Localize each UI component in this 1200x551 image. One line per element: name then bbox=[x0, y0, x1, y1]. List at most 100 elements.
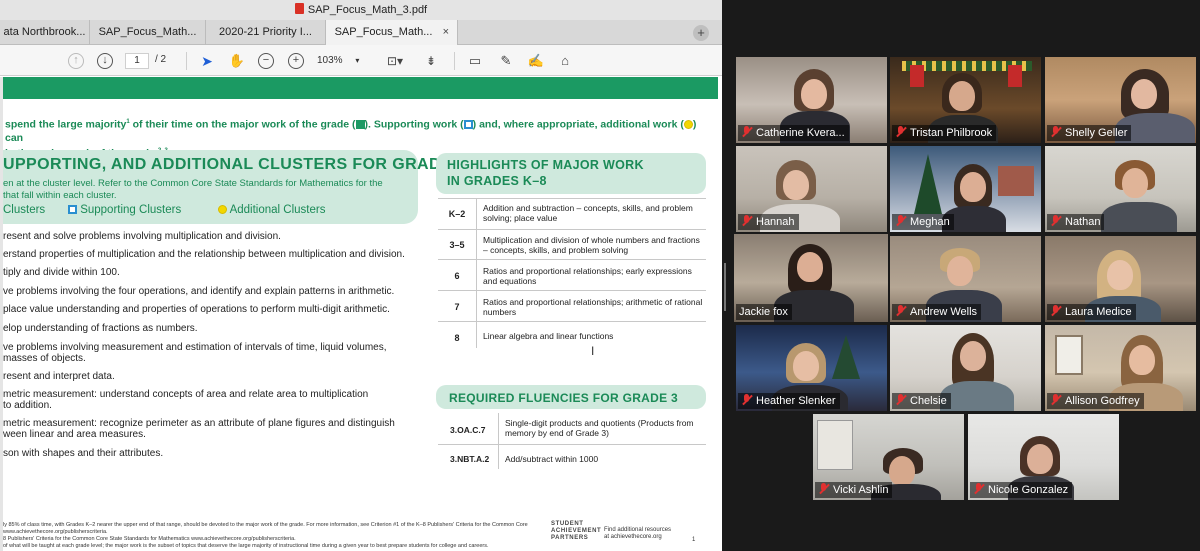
window-title-bar: SAP_Focus_Math_3.pdf bbox=[0, 0, 722, 20]
participant-face bbox=[783, 170, 809, 200]
participant-face bbox=[1107, 260, 1133, 290]
scrollbar[interactable] bbox=[0, 77, 3, 551]
participant-label: Shelly Geller bbox=[1047, 125, 1132, 141]
comment-icon[interactable]: ▭ bbox=[466, 51, 484, 71]
participant-video[interactable]: Shelly Geller bbox=[1045, 57, 1196, 143]
close-icon[interactable]: × bbox=[443, 20, 449, 45]
list-item: masses of objects. bbox=[3, 353, 86, 364]
participant-label: Allison Godfrey bbox=[1047, 393, 1144, 409]
participant-video[interactable]: Nathan bbox=[1045, 146, 1196, 232]
participant-face bbox=[797, 252, 823, 282]
sign-icon[interactable]: ✍ bbox=[527, 51, 545, 71]
table-row: 6 Ratios and proportional relationships;… bbox=[438, 260, 706, 291]
participant-label: Heather Slenker bbox=[738, 393, 840, 409]
participant-face bbox=[1027, 444, 1053, 474]
legend-major: Clusters bbox=[3, 204, 46, 216]
new-tab-button[interactable]: + bbox=[693, 25, 709, 41]
additional-dot-icon bbox=[218, 205, 227, 214]
participant-video[interactable]: Heather Slenker bbox=[736, 325, 887, 411]
pointer-icon[interactable]: ➤ bbox=[199, 51, 215, 71]
legend-additional: Additional Clusters bbox=[218, 204, 325, 216]
mic-muted-icon bbox=[895, 305, 907, 317]
mic-muted-icon bbox=[1050, 215, 1062, 227]
participant-video[interactable]: Nicole Gonzalez bbox=[968, 414, 1119, 500]
list-item: resent and solve problems involving mult… bbox=[3, 231, 281, 242]
cluster-heading: UPPORTING, AND ADDITIONAL CLUSTERS FOR G… bbox=[3, 156, 467, 173]
list-item: metric measurement: understand concepts … bbox=[3, 389, 369, 400]
footnote: of what will be taught at each grade lev… bbox=[3, 543, 489, 549]
page-header-bar bbox=[0, 77, 718, 99]
mic-muted-icon bbox=[895, 215, 907, 227]
participant-face bbox=[793, 351, 819, 381]
participant-video[interactable]: Tristan Philbrook bbox=[890, 57, 1041, 143]
tab-ata-northbrook[interactable]: ata Northbrook... bbox=[0, 20, 90, 45]
participant-video[interactable]: Catherine Kvera... bbox=[736, 57, 887, 143]
participant-face bbox=[1122, 168, 1148, 198]
list-item: to addition. bbox=[3, 400, 52, 411]
participant-face bbox=[949, 81, 975, 111]
participant-video[interactable]: Allison Godfrey bbox=[1045, 325, 1196, 411]
mic-muted-icon bbox=[741, 215, 753, 227]
tab-sap-focus-math-1[interactable]: SAP_Focus_Math... bbox=[90, 20, 206, 45]
chevron-down-icon: ▾ bbox=[355, 56, 360, 65]
mic-muted-icon bbox=[741, 126, 753, 138]
participant-video[interactable]: Laura Medice bbox=[1045, 236, 1196, 322]
zoom-out-icon[interactable]: − bbox=[258, 53, 274, 69]
highlights-header: HIGHLIGHTS OF MAJOR WORK IN GRADES K–8 bbox=[436, 153, 706, 194]
participant-label: Nicole Gonzalez bbox=[970, 482, 1073, 498]
highlight-icon[interactable]: ✎ bbox=[497, 51, 515, 71]
participant-video-active-speaker[interactable]: Jackie fox bbox=[734, 234, 888, 322]
participant-video[interactable]: Chelsie bbox=[890, 325, 1041, 411]
footnote: ly 85% of class time, with Grades K–2 ne… bbox=[3, 522, 528, 528]
list-item: ve problems involving the four operation… bbox=[3, 286, 395, 297]
footnote: www.achievethecore.org/publisherscriteri… bbox=[3, 529, 108, 535]
prev-page-icon[interactable]: ↑ bbox=[68, 53, 84, 69]
participant-face bbox=[960, 341, 986, 371]
mic-muted-icon bbox=[1050, 305, 1062, 317]
table-row: K–2 Addition and subtraction – concepts,… bbox=[438, 198, 706, 230]
participant-video[interactable]: Hannah bbox=[736, 146, 887, 232]
mic-muted-icon bbox=[818, 483, 830, 495]
participant-face bbox=[947, 256, 973, 286]
cluster-header-box: UPPORTING, AND ADDITIONAL CLUSTERS FOR G… bbox=[0, 150, 466, 224]
screen: SAP_Focus_Math_3.pdf ata Northbrook... S… bbox=[0, 0, 1200, 551]
zoom-select[interactable]: 103% ▾ bbox=[317, 53, 369, 69]
list-item: erstand properties of multiplication and… bbox=[3, 249, 405, 260]
table-row: 3.NBT.A.2 Add/subtract within 1000 bbox=[450, 454, 599, 464]
participant-label: Jackie fox bbox=[736, 304, 792, 320]
list-item: elop understanding of fractions as numbe… bbox=[3, 323, 198, 334]
pdf-page: spend the large majority1 of their time … bbox=[0, 77, 718, 551]
list-item: son with shapes and their attributes. bbox=[3, 448, 164, 459]
scroll-icon[interactable]: ⇟ bbox=[422, 51, 440, 71]
zoom-in-icon[interactable]: + bbox=[288, 53, 304, 69]
participant-face bbox=[801, 79, 827, 109]
participant-label: Laura Medice bbox=[1047, 304, 1136, 320]
fit-icon[interactable]: ⊡▾ bbox=[385, 51, 405, 71]
tag-icon[interactable]: ⌂ bbox=[556, 51, 574, 71]
participant-label: Andrew Wells bbox=[892, 304, 982, 320]
toolbar-separator bbox=[454, 52, 455, 70]
supporting-square-icon bbox=[463, 119, 473, 129]
participant-label: Nathan bbox=[1047, 214, 1105, 230]
list-item: tiply and divide within 100. bbox=[3, 267, 120, 278]
tab-sap-focus-math-active[interactable]: SAP_Focus_Math... × bbox=[326, 20, 458, 45]
table-row: 7 Ratios and proportional relationships;… bbox=[438, 291, 706, 322]
participant-label: Catherine Kvera... bbox=[738, 125, 849, 141]
participant-video[interactable]: Andrew Wells bbox=[890, 236, 1041, 322]
fluencies-header: REQUIRED FLUENCIES FOR GRADE 3 bbox=[436, 385, 706, 409]
participant-video[interactable]: Meghan bbox=[890, 146, 1041, 232]
hand-icon[interactable]: ✋ bbox=[228, 51, 246, 71]
pdf-toolbar: ↑ ↓ 1 / 2 ➤ ✋ − + 103% ▾ ⊡▾ ⇟ ▭ ✎ ✍ ⌂ bbox=[0, 45, 722, 76]
page-number-input[interactable]: 1 bbox=[125, 53, 149, 69]
participant-video[interactable]: Vicki Ashlin bbox=[813, 414, 964, 500]
next-page-icon[interactable]: ↓ bbox=[97, 53, 113, 69]
mic-muted-icon bbox=[1050, 126, 1062, 138]
window-title: SAP_Focus_Math_3.pdf bbox=[307, 4, 428, 16]
sap-logo: STUDENT ACHIEVEMENT PARTNERS bbox=[551, 521, 602, 541]
supporting-square-icon bbox=[68, 205, 77, 214]
tab-priority[interactable]: 2020-21 Priority I... bbox=[206, 20, 326, 45]
page-number: 1 bbox=[692, 537, 696, 543]
pdf-viewer: SAP_Focus_Math_3.pdf ata Northbrook... S… bbox=[0, 0, 722, 551]
splitter-handle[interactable] bbox=[724, 263, 730, 311]
participant-face bbox=[889, 456, 915, 486]
